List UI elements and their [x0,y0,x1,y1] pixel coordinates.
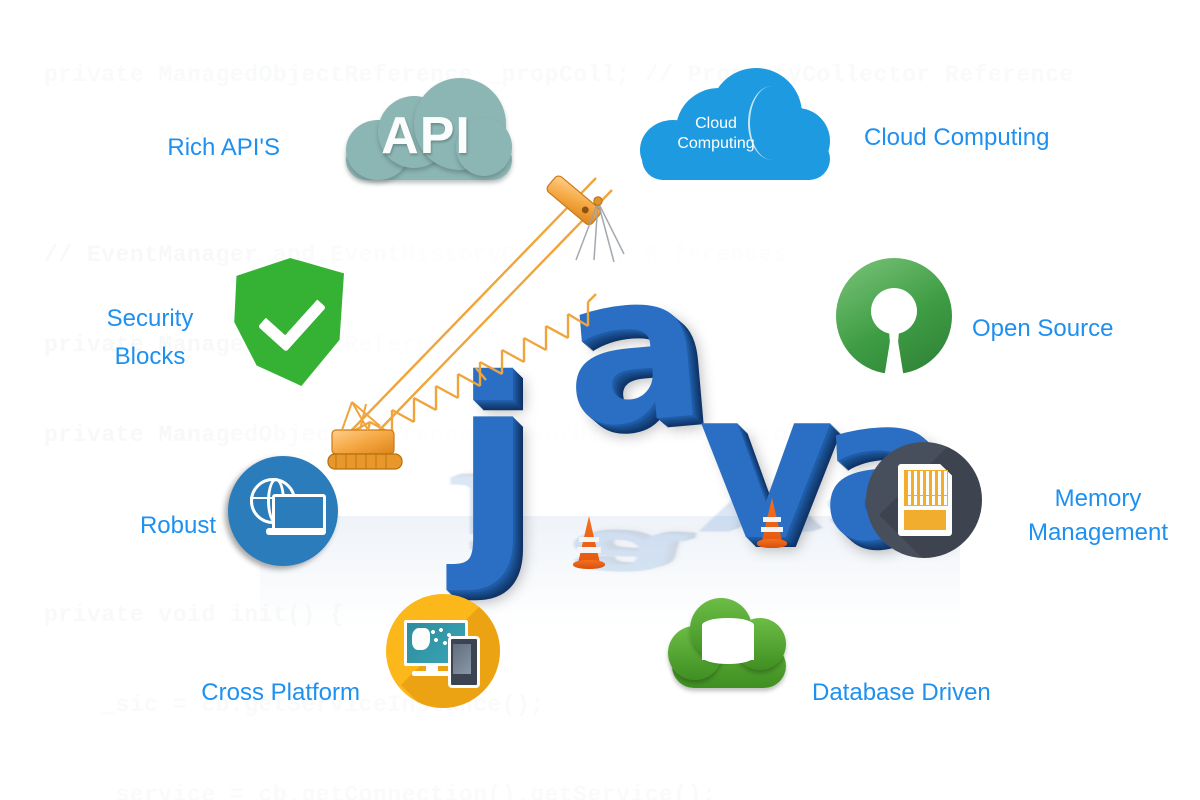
phone-icon [448,636,480,688]
cone-stripe [579,536,599,543]
cylinder-ring [702,618,754,634]
label-cloud-computing: Cloud Computing [864,124,1050,151]
construction-crane [327,175,625,470]
cloud-icon-text: Cloud Computing [677,115,755,152]
sd-card-pins [904,470,948,496]
traffic-cone [572,516,606,574]
label-memory-line1: Memory [1054,485,1142,512]
monitor-phone-icon[interactable] [386,594,500,708]
cylinder-ring [702,633,754,649]
code-line: _service = cb.getConnection().getService… [44,782,717,800]
cone-stripe [763,517,781,523]
open-source-icon[interactable] [836,258,952,374]
cone-base [572,560,606,570]
label-database-driven: Database Driven [812,679,991,706]
traffic-cone [756,498,788,552]
label-memory-line2: Management [1027,519,1169,546]
shield-check-icon[interactable] [232,258,344,386]
label-cross-platform: Cross Platform [201,679,360,706]
label-security-line2: Blocks [114,343,186,370]
cone-stripe [761,527,783,533]
monitor-foot [412,671,452,676]
globe-laptop-icon[interactable] [228,456,338,566]
label-security-line1: Security [106,305,194,332]
api-icon-text: API [381,107,471,165]
cone-stripe [577,547,601,553]
cone-base [756,539,788,548]
sd-card-band [904,510,946,530]
api-cloud-icon[interactable]: API [336,74,516,186]
cloud-computing-icon[interactable]: Cloud Computing [640,68,832,184]
database-cylinder-icon [702,618,754,674]
open-source-hole [871,288,917,334]
sd-card-icon[interactable] [866,442,982,558]
cylinder-ring [702,648,754,664]
monitor-graphic [412,628,430,650]
database-cloud-icon[interactable] [668,594,790,694]
code-line: private ManagedObjectReference _propColl… [44,62,1074,88]
label-robust: Robust [139,512,216,539]
sd-card-pins [904,495,948,506]
label-rich-apis: Rich API'S [167,134,280,161]
laptop-screen [272,494,326,532]
laptop-base [266,528,326,535]
phone-screen [453,644,471,674]
label-open-source: Open Source [972,315,1114,342]
java-features-infographic: private ManagedObjectReference _propColl… [0,0,1200,800]
